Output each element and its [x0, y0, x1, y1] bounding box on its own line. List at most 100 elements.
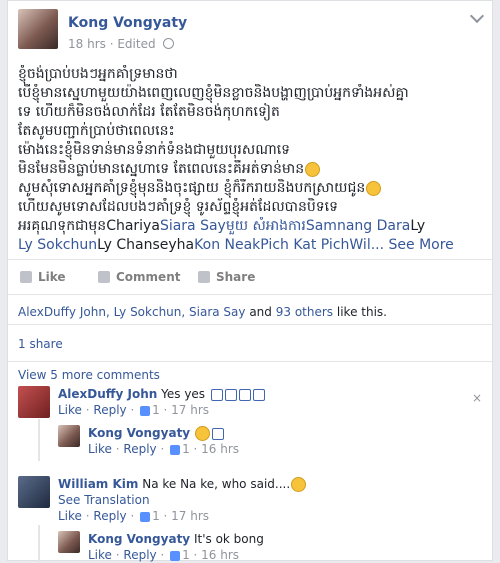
likes-and: and — [249, 305, 272, 319]
commenter-name[interactable]: AlexDuffy John — [58, 387, 157, 401]
post-meta: 18 hrs · Edited — [68, 37, 175, 51]
chevron-down-icon[interactable] — [469, 8, 485, 24]
comment-like-link[interactable]: Like — [58, 509, 82, 523]
comment-text: It's ok bong — [193, 532, 264, 546]
action-bar: Like Comment Share — [8, 259, 492, 295]
post-line: ហើយសូមទោសដែលបងៗគាំទ្រខ្ញុំ ទូរស័ព្ទខ្ញុំ… — [18, 199, 338, 215]
globe-icon — [163, 38, 175, 49]
commenter-avatar[interactable] — [58, 531, 80, 553]
author-avatar[interactable] — [18, 9, 58, 49]
comment-footer: Like · Reply · 1 · 17 hrs — [58, 403, 210, 417]
tag-link[interactable]: សំអាងការ — [248, 218, 306, 234]
tag-link[interactable]: Pich Kat Pich — [260, 237, 349, 253]
comment-text: Yes yes — [161, 387, 206, 401]
tag-link[interactable]: Siara Say — [160, 218, 226, 234]
comment-like-link[interactable]: Like — [88, 442, 112, 456]
comment-reply-link[interactable]: Reply — [93, 403, 126, 417]
post-line-prefix: អរគុណទុកជាមុន — [18, 218, 107, 234]
thumbs-up-emoji-icon — [252, 388, 265, 401]
commenter-avatar[interactable] — [18, 386, 50, 418]
others-link[interactable]: 93 others — [276, 305, 333, 319]
comment-like-link[interactable]: Like — [58, 403, 82, 417]
smile-emoji-icon — [366, 180, 382, 196]
laugh-emoji-icon — [291, 477, 307, 492]
comment-text: Na ke Na ke, who said.... — [142, 477, 291, 491]
like-label: Like — [38, 270, 66, 284]
tag-link[interactable]: Kon Neak — [194, 237, 260, 253]
shares-count[interactable]: 1 share — [8, 324, 492, 358]
thumbs-up-emoji-icon — [238, 388, 251, 401]
post-line: សូមសុំទោសអ្នកគាំទ្រខ្ញុំមុននិងចុះផ្សាយ ខ… — [18, 179, 478, 198]
like-count-icon — [140, 405, 151, 416]
post-line: ខ្ញុំចង់ប្រាប់បងៗអ្នកគាំទ្រមានថា — [18, 66, 178, 82]
reply-thread-line — [38, 419, 40, 461]
tag-link[interactable]: Samnang Dara — [306, 218, 410, 234]
post-line-text: សូមសុំទោសអ្នកគាំទ្រខ្ញុំមុននិងចុះផ្សាយ ខ… — [18, 180, 366, 196]
reply-thread-line — [38, 525, 40, 562]
comment-reply-link[interactable]: Reply — [123, 548, 156, 562]
see-translation-link[interactable]: See Translation — [58, 493, 150, 507]
thumbs-up-emoji-icon — [211, 427, 224, 440]
tag-text: Ly — [410, 218, 426, 234]
commenter-name[interactable]: William Kim — [58, 477, 138, 491]
tag-link[interactable]: Ly Sokchun — [18, 237, 97, 253]
share-button[interactable]: Share — [198, 270, 255, 284]
comment-body: AlexDuffy John Yes yes Like · Reply · 1 … — [58, 386, 265, 418]
likes-suffix: like this. — [336, 305, 387, 319]
tag-link[interactable]: មួយ — [226, 218, 248, 234]
thumbs-up-emoji-icon — [224, 388, 237, 401]
comment-footer: Like · Reply · 1 · 16 hrs — [88, 548, 240, 562]
post-line: តែសូមបញ្ជាក់ប្រាប់ថាពេលនេះ — [18, 123, 175, 139]
like-count[interactable]: 1 — [152, 509, 160, 523]
thumbs-up-icon — [20, 270, 32, 283]
post-time[interactable]: 18 hrs — [68, 37, 106, 51]
view-more-comments[interactable]: View 5 more comments — [8, 361, 492, 382]
likes-summary: AlexDuffy John, Ly Sokchun, Siara Say an… — [18, 305, 387, 319]
comment-time[interactable]: 16 hrs — [201, 548, 239, 562]
thumbs-up-emoji-icon — [210, 388, 223, 401]
edited-label[interactable]: Edited — [117, 37, 155, 51]
author-name[interactable]: Kong Vongyaty — [68, 15, 187, 31]
share-label: Share — [216, 270, 256, 284]
commenter-avatar[interactable] — [18, 476, 50, 508]
like-count[interactable]: 1 — [182, 548, 190, 562]
comment-icon — [98, 270, 110, 283]
comment-button[interactable]: Comment — [98, 270, 180, 284]
post-line-tags: អរគុណទុកជាមុនChariyaSiara Sayមួយ សំអាងកា… — [18, 217, 478, 236]
share-icon — [198, 270, 210, 283]
like-count[interactable]: 1 — [152, 403, 160, 417]
like-count-icon — [140, 511, 151, 522]
post-line: មិនមែនមិនធ្លាប់មានស្នេហាទេ តែពេលនេះគឺអត់… — [18, 160, 478, 179]
tag-text: Chariya — [106, 218, 160, 234]
see-more-link[interactable]: See More — [389, 237, 454, 253]
post-line-text: មិនមែនមិនធ្លាប់មានស្នេហាទេ តែពេលនេះគឺអត់… — [18, 161, 305, 177]
tag-text: Ly Chanseyha — [97, 237, 195, 253]
comment-body: Kong Vongyaty Like · Reply · 1 · 16 hrs — [88, 425, 239, 457]
comment-time[interactable]: 17 hrs — [171, 509, 209, 523]
comment-footer: Like · Reply · 1 · 17 hrs — [58, 509, 210, 523]
comment-body: Kong Vongyaty It's ok bong Like · Reply … — [88, 531, 264, 563]
comment-like-link[interactable]: Like — [88, 548, 112, 562]
comment-reply-link[interactable]: Reply — [123, 442, 156, 456]
post-line: បើខ្ញុំមានស្នេហាមួយយ៉ាងពេញលេញខ្ញុំមិនខ្ល… — [18, 85, 409, 101]
comment-body: William Kim Na ke Na ke, who said.... Se… — [58, 476, 307, 524]
post-text: ខ្ញុំចង់ប្រាប់បងៗអ្នកគាំទ្រមានថា បើខ្ញុំ… — [18, 65, 478, 255]
tag-link[interactable]: Wil... — [349, 237, 384, 253]
like-button[interactable]: Like — [20, 270, 66, 284]
laugh-emoji-icon — [194, 426, 210, 441]
smile-emoji-icon — [305, 161, 321, 177]
like-count-icon — [170, 444, 181, 455]
comment-reply-link[interactable]: Reply — [93, 509, 126, 523]
comment-label: Comment — [116, 270, 181, 284]
comment-time[interactable]: 17 hrs — [171, 403, 209, 417]
comment-time[interactable]: 16 hrs — [201, 442, 239, 456]
comment-footer: Like · Reply · 1 · 16 hrs — [88, 442, 240, 456]
close-icon[interactable]: × — [472, 391, 482, 405]
post-line: ម៉ោងនេះខ្ញុំមិនទាន់មានទំនាក់ទំនងជាមួយបុរ… — [18, 142, 291, 158]
commenter-name[interactable]: Kong Vongyaty — [88, 426, 190, 440]
commenter-name[interactable]: Kong Vongyaty — [88, 532, 190, 546]
post-line-tags: Ly SokchunLy ChanseyhaKon NeakPich Kat P… — [18, 236, 478, 255]
likers-link[interactable]: AlexDuffy John, Ly Sokchun, Siara Say — [18, 305, 246, 319]
like-count[interactable]: 1 — [182, 442, 190, 456]
commenter-avatar[interactable] — [58, 425, 80, 447]
